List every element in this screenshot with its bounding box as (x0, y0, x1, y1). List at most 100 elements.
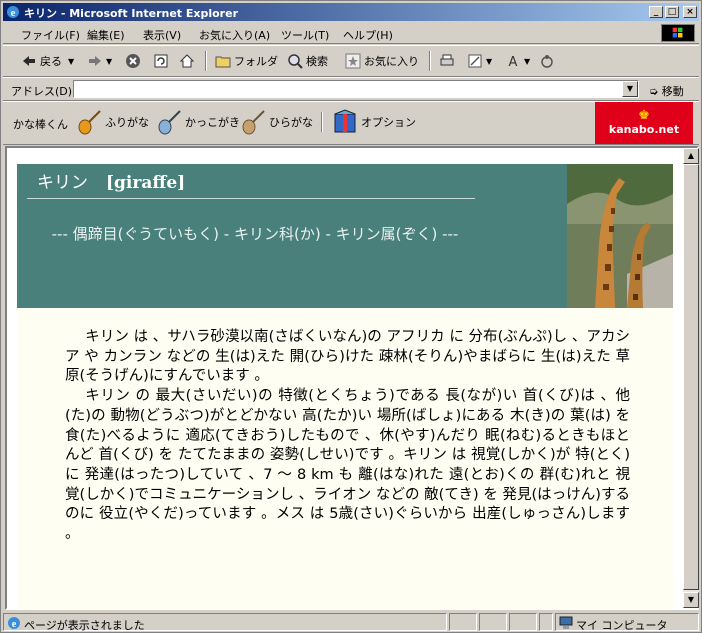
option-box-icon (334, 109, 356, 133)
back-label: 戻る (40, 55, 62, 68)
kanabo-logo-text: kanabo.net (608, 123, 680, 136)
browser-window: e キリン - Microsoft Internet Explorer _ □ … (0, 0, 702, 633)
security-zone-text: マイ コンピュータ (576, 619, 668, 632)
home-icon (179, 54, 195, 68)
page-done-icon: e (8, 617, 20, 630)
status-text: ページが表示されました (24, 619, 145, 632)
close-button[interactable]: × (683, 6, 697, 18)
title-divider (27, 198, 475, 199)
back-arrow-icon (23, 56, 35, 66)
toolbar-separator (321, 112, 323, 132)
kanabo-mascot-icon: ♚ (638, 108, 650, 123)
folder-label: フォルダ (234, 55, 278, 68)
chevron-down-icon[interactable]: ▼ (524, 57, 530, 66)
window-title: キリン - Microsoft Internet Explorer (24, 7, 238, 20)
kanabo-brand: かな棒くん (13, 118, 68, 131)
maximize-button[interactable]: □ (665, 6, 679, 18)
home-button[interactable] (179, 52, 198, 70)
chevron-down-icon[interactable]: ▼ (68, 57, 74, 66)
font-encoding-icon: A (509, 55, 518, 69)
forward-button[interactable]: ▼ (87, 52, 112, 70)
folder-icon (215, 56, 231, 68)
violin-icon (158, 110, 181, 135)
minimize-button[interactable]: _ (649, 6, 663, 18)
classification-subtitle: --- 偶蹄目(ぐうていもく) - キリン科(か) - キリン属(ぞく) --- (51, 225, 459, 243)
folder-button[interactable]: フォルダ (215, 52, 278, 70)
header-banner: キリン [giraffe] --- 偶蹄目(ぐうていもく) - キリン科(か) -… (17, 164, 673, 308)
kanabo-logo[interactable]: ♚ kanabo.net (595, 102, 693, 144)
favorites-label: お気に入り (364, 55, 419, 68)
article-paragraph: キリン は 、サハラ砂漠以南(さばくいなん)の アフリカ に 分布(ぶんぷ)し … (65, 329, 630, 385)
scrollbar-thumb[interactable] (683, 164, 699, 590)
page-content: キリン [giraffe] --- 偶蹄目(ぐうていもく) - キリン科(か) -… (17, 164, 673, 610)
edit-page-icon (468, 54, 482, 68)
status-panel (509, 613, 537, 631)
status-bar: e ページが表示されました マイ コンピュータ (3, 612, 699, 632)
furigana-label: ふりがな (105, 116, 149, 129)
back-button[interactable]: 戻る ▼ (21, 52, 74, 70)
forward-arrow-icon (89, 56, 101, 66)
security-zone-panel: マイ コンピュータ (555, 613, 699, 632)
kakkogaki-button[interactable]: かっこがき (155, 108, 240, 136)
standard-toolbar: 戻る ▼ ▼ フォルダ 検索 お気に入り ▼ A ▼ (3, 45, 699, 77)
messenger-icon (541, 55, 553, 68)
menu-bar: ファイル(F) 編集(E) 表示(V) お気に入り(A) ツール(T) ヘルプ(… (3, 23, 699, 44)
chevron-down-icon[interactable]: ▼ (106, 57, 112, 66)
menu-favorites[interactable]: お気に入り(A) (199, 27, 270, 43)
ie-icon: e (7, 6, 19, 19)
menu-file[interactable]: ファイル(F) (21, 27, 80, 43)
search-icon (288, 54, 303, 69)
favorites-button[interactable]: お気に入り (345, 52, 419, 70)
toolbar-separator (205, 51, 207, 71)
violin-icon (242, 110, 265, 135)
chevron-down-icon[interactable]: ▼ (486, 57, 492, 66)
refresh-icon (154, 54, 168, 68)
hiragana-label: ひらがな (269, 116, 313, 129)
violin-icon (78, 110, 101, 135)
go-arrow-icon: ➭ (649, 85, 659, 98)
menu-tools[interactable]: ツール(T) (281, 27, 329, 43)
scroll-up-icon[interactable]: ▲ (683, 148, 699, 164)
status-panel (539, 613, 553, 631)
search-button[interactable]: 検索 (287, 52, 328, 70)
toolbar-separator (429, 51, 431, 71)
print-icon (440, 54, 454, 66)
kanabo-toolbar: かな棒くん ふりがな かっこがき ひらがな オプション ♚ kanabo.net (3, 101, 699, 145)
stop-button[interactable] (125, 52, 144, 70)
status-panel (449, 613, 477, 631)
refresh-button[interactable] (153, 52, 172, 70)
address-label: アドレス(D) (11, 85, 73, 98)
chevron-down-icon[interactable]: ▼ (622, 81, 638, 97)
page-viewport: キリン [giraffe] --- 偶蹄目(ぐうていもく) - キリン科(か) -… (5, 146, 699, 610)
title-bar[interactable]: e キリン - Microsoft Internet Explorer _ □ … (3, 3, 699, 21)
giraffe-photo (567, 164, 673, 308)
computer-icon (559, 616, 573, 629)
address-input[interactable]: ▼ (73, 80, 639, 98)
favorites-star-icon (345, 53, 361, 69)
svg-text:e: e (11, 7, 16, 19)
scroll-down-icon[interactable]: ▼ (683, 592, 699, 608)
vertical-scrollbar[interactable]: ▲ ▼ (683, 148, 699, 608)
hiragana-button[interactable]: ひらがな (239, 108, 313, 136)
option-label: オプション (361, 116, 416, 129)
menu-edit[interactable]: 編集(E) (87, 27, 125, 43)
article-body: キリン は 、サハラ砂漠以南(さばくいなん)の アフリカ に 分布(ぶんぷ)し … (65, 328, 630, 545)
menu-help[interactable]: ヘルプ(H) (343, 27, 393, 43)
go-label: 移動 (661, 85, 684, 98)
option-button[interactable]: オプション (331, 108, 416, 136)
menu-view[interactable]: 表示(V) (143, 27, 181, 43)
address-bar: アドレス(D) ▼ ➭ 移動 (3, 77, 699, 101)
encoding-button[interactable]: A ▼ (505, 52, 531, 70)
svg-text:e: e (12, 619, 17, 630)
title-english: [giraffe] (106, 173, 186, 193)
stop-icon (126, 54, 140, 68)
print-button[interactable] (439, 52, 458, 70)
windows-logo-icon (661, 24, 695, 42)
go-button[interactable]: ➭ 移動 (649, 83, 684, 99)
edit-button[interactable]: ▼ (467, 52, 492, 70)
page-title: キリン [giraffe] (37, 168, 185, 193)
status-panel (479, 613, 507, 631)
furigana-button[interactable]: ふりがな (75, 108, 149, 136)
article-paragraph: キリン の 最大(さいだい)の 特徴(とくちょう)である 長(なが)い 首(くび… (65, 388, 630, 543)
messenger-button[interactable] (539, 52, 558, 70)
